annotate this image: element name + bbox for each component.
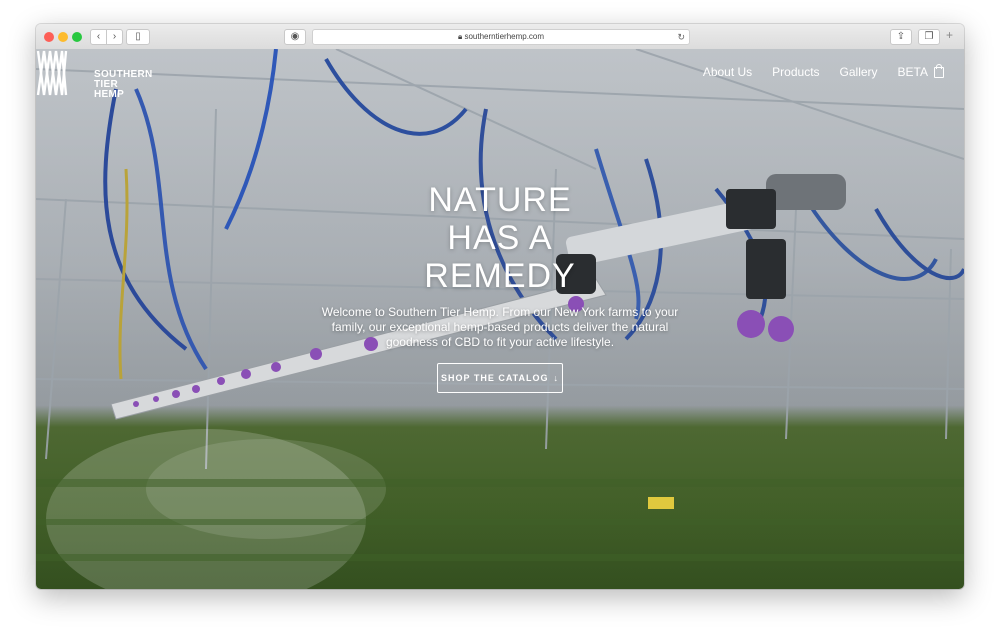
shield-icon: ◉ <box>290 31 300 42</box>
zoom-window-button[interactable] <box>72 32 82 42</box>
hero-section: SOUTHERN TIER HEMP About Us Products Gal… <box>36 49 964 589</box>
minimize-window-button[interactable] <box>58 32 68 42</box>
chevron-left-icon: ‹ <box>96 31 101 42</box>
address-bar[interactable]: 🔒︎ southerntierhemp.com ↻ <box>312 29 690 45</box>
nav-about-us[interactable]: About Us <box>703 65 752 79</box>
brand-logo-icon[interactable] <box>36 49 68 97</box>
brand-line-3: HEMP <box>94 89 125 100</box>
nav-products[interactable]: Products <box>772 65 819 79</box>
plus-icon: + <box>946 28 954 42</box>
new-tab-button[interactable]: + <box>946 28 953 42</box>
privacy-report-button[interactable]: ◉ <box>284 29 306 45</box>
shop-catalog-label: SHOP THE CATALOG <box>440 373 549 383</box>
main-navigation: About Us Products Gallery BETA <box>683 63 944 79</box>
url-display: 🔒︎ southerntierhemp.com <box>313 30 689 44</box>
beta-label: BETA <box>897 65 928 79</box>
close-window-button[interactable] <box>44 32 54 42</box>
sidebar-icon: ▯ <box>135 31 141 42</box>
sidebar-button[interactable]: ▯ <box>126 29 150 45</box>
brand-wordmark[interactable]: SOUTHERN TIER HEMP <box>94 70 153 100</box>
share-icon: ⇪ <box>896 31 906 42</box>
lock-icon: 🔒︎ <box>457 32 463 41</box>
tabs-icon: ❐ <box>924 31 934 42</box>
hero-subtext: Welcome to Southern Tier Hemp. From our … <box>321 305 679 349</box>
back-button[interactable]: ‹ <box>90 29 107 45</box>
shop-catalog-button[interactable]: SHOP THE CATALOG ↓ <box>437 363 563 393</box>
browser-toolbar: ‹ › ▯ ◉ 🔒︎ southerntierhemp.com ↻ ⇪ ❐ + <box>36 24 964 50</box>
nav-gallery[interactable]: Gallery <box>840 65 878 79</box>
headline-line-1: NATURE <box>428 181 572 219</box>
share-button[interactable]: ⇪ <box>890 29 912 45</box>
shopping-bag-icon[interactable] <box>934 63 944 78</box>
arrow-down-icon: ↓ <box>553 373 559 383</box>
forward-button[interactable]: › <box>106 29 123 45</box>
tabs-overview-button[interactable]: ❐ <box>918 29 940 45</box>
hero-headline: NATURE HAS A REMEDY <box>36 181 964 295</box>
headline-line-2: HAS A <box>447 219 553 257</box>
nav-beta-cart[interactable]: BETA <box>898 65 928 79</box>
chevron-right-icon: › <box>112 31 117 42</box>
headline-line-3: REMEDY <box>424 257 576 295</box>
browser-window: ‹ › ▯ ◉ 🔒︎ southerntierhemp.com ↻ ⇪ ❐ + <box>36 24 964 589</box>
url-text: southerntierhemp.com <box>464 32 545 41</box>
reload-icon[interactable]: ↻ <box>677 30 685 44</box>
